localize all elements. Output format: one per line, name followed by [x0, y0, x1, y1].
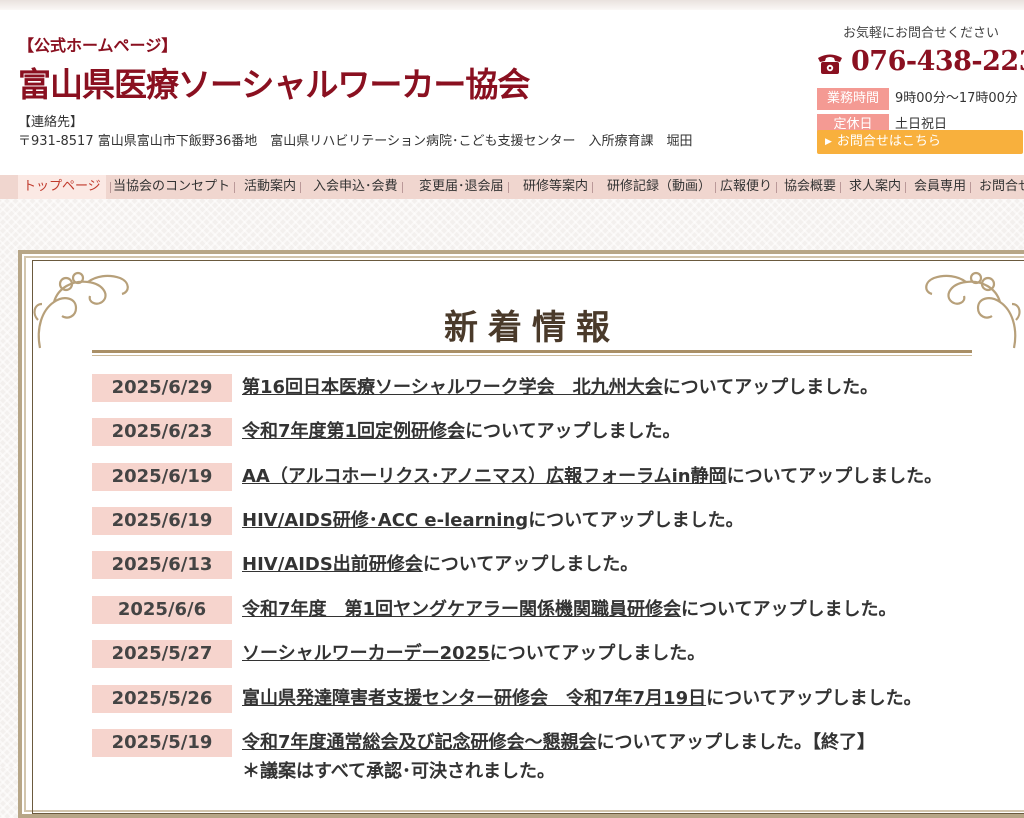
contact-heading: 【連絡先】: [18, 115, 84, 130]
global-nav: トップページ 当協会のコンセプト 活動案内 入会申込･会費 変更届･退会届 研修…: [0, 175, 1024, 199]
contact-address: 〒931-8517 富山県富山市下飯野36番地 富山県リハビリテーション病院･こ…: [18, 134, 693, 149]
news-link[interactable]: 令和7年度 第1回ヤングケアラー関係機関職員研修会: [242, 599, 681, 620]
business-hours-value: 9時00分〜17時00分: [895, 91, 1018, 106]
news-suffix: についてアップしました。: [528, 510, 744, 531]
nav-item-membership[interactable]: 入会申込･会費: [313, 175, 403, 199]
nav-item-contact[interactable]: お問合せ: [979, 175, 1024, 199]
nav-item-members[interactable]: 会員専用: [914, 175, 972, 199]
news-text: HIV/AIDS研修･ACC e-learningについてアップしました。: [242, 509, 744, 533]
news-section-title: 新着情報: [444, 308, 620, 348]
nav-item-pr[interactable]: 広報便り: [720, 175, 778, 199]
news-item: 2025/5/26 富山県発達障害者支援センター研修会 令和7年7月19日につい…: [92, 685, 992, 715]
site-header: 【公式ホームページ】 富山県医療ソーシャルワーカー協会 【連絡先】 〒931-8…: [0, 10, 1024, 175]
news-item: 2025/5/19 令和7年度通常総会及び記念研修会〜懇親会についてアップしまし…: [92, 729, 992, 789]
telephone-icon: [818, 54, 842, 74]
news-text: ソーシャルワーカーデー2025についてアップしました。: [242, 642, 705, 666]
news-link[interactable]: 令和7年度第1回定例研修会: [242, 421, 465, 442]
news-text: HIV/AIDS出前研修会についてアップしました。: [242, 553, 638, 577]
news-text: 第16回日本医療ソーシャルワーク学会 北九州大会についてアップしました。: [242, 376, 878, 400]
news-item: 2025/6/6 令和7年度 第1回ヤングケアラー関係機関職員研修会についてアッ…: [92, 596, 992, 626]
news-item: 2025/6/19 HIV/AIDS研修･ACC e-learningについてア…: [92, 507, 992, 537]
news-text: 富山県発達障害者支援センター研修会 令和7年7月19日についてアップしました。: [242, 687, 922, 711]
news-link[interactable]: ソーシャルワーカーデー2025: [242, 643, 490, 664]
news-item: 2025/5/27 ソーシャルワーカーデー2025についてアップしました。: [92, 640, 992, 670]
news-date: 2025/6/13: [92, 551, 232, 579]
news-link[interactable]: 富山県発達障害者支援センター研修会 令和7年7月19日: [242, 688, 706, 709]
news-suffix: についてアップしました。【終了】: [596, 732, 875, 753]
news-suffix: についてアップしました。: [706, 688, 922, 709]
news-link[interactable]: 令和7年度通常総会及び記念研修会〜懇親会: [242, 732, 597, 753]
news-text: AA（アルコホーリクス･アノニマス）広報フォーラムin静岡についてアップしました…: [242, 465, 942, 489]
news-link[interactable]: AA（アルコホーリクス･アノニマス）広報フォーラムin静岡: [242, 466, 727, 487]
nav-item-training-videos[interactable]: 研修記録（動画）: [607, 175, 717, 199]
nav-item-concept[interactable]: 当協会のコンセプト: [113, 175, 236, 199]
news-date: 2025/6/19: [92, 507, 232, 535]
news-date: 2025/6/29: [92, 374, 232, 402]
news-note: ＊議案はすべて承認･可決されました。: [242, 761, 556, 782]
news-suffix: についてアップしました。: [422, 554, 639, 575]
business-hours-label: 業務時間: [817, 88, 889, 110]
news-suffix: についてアップしました。: [465, 421, 681, 442]
nav-item-about[interactable]: 協会概要: [784, 175, 842, 199]
phone-number[interactable]: 076-438-2233: [851, 46, 1024, 77]
contact-button-label: お問合せはこちら: [836, 134, 941, 149]
site-title[interactable]: 富山県医療ソーシャルワーカー協会: [18, 58, 530, 106]
news-link[interactable]: 第16回日本医療ソーシャルワーク学会 北九州大会: [242, 377, 663, 398]
news-suffix: についてアップしました。: [662, 377, 879, 398]
news-text: 令和7年度第1回定例研修会についてアップしました。: [242, 420, 681, 444]
news-item: 2025/6/19 AA（アルコホーリクス･アノニマス）広報フォーラムin静岡に…: [92, 463, 992, 493]
news-suffix: についてアップしました。: [681, 599, 897, 620]
news-date: 2025/6/6: [92, 596, 232, 624]
title-divider: [92, 350, 972, 353]
nav-item-activities[interactable]: 活動案内: [244, 175, 302, 199]
news-text: 令和7年度 第1回ヤングケアラー関係機関職員研修会についてアップしました。: [242, 598, 897, 622]
news-frame: 新着情報 2025/6/29 第16回日本医療ソーシャルワーク学会 北九州大会に…: [18, 250, 1024, 818]
news-link[interactable]: HIV/AIDS研修･ACC e-learning: [242, 510, 528, 531]
news-item: 2025/6/23 令和7年度第1回定例研修会についてアップしました。: [92, 418, 992, 448]
news-date: 2025/6/19: [92, 463, 232, 491]
news-date: 2025/5/19: [92, 729, 232, 757]
top-band: [0, 0, 1024, 10]
nav-item-jobs[interactable]: 求人案内: [849, 175, 907, 199]
news-suffix: についてアップしました。: [726, 466, 943, 487]
news-date: 2025/6/23: [92, 418, 232, 446]
news-suffix: についてアップしました。: [489, 643, 706, 664]
news-link[interactable]: HIV/AIDS出前研修会: [242, 554, 423, 575]
inquiry-note: お気軽にお問合せください: [843, 26, 1000, 41]
triangle-right-icon: ▶: [825, 137, 832, 147]
nav-item-top[interactable]: トップページ: [18, 175, 111, 199]
official-homepage-label: 【公式ホームページ】: [18, 36, 178, 55]
title-divider-thin: [92, 355, 972, 356]
nav-item-change-withdraw[interactable]: 変更届･退会届: [419, 175, 509, 199]
news-date: 2025/5/27: [92, 640, 232, 668]
contact-button[interactable]: ▶ お問合せはこちら: [817, 130, 1023, 154]
news-item: 2025/6/13 HIV/AIDS出前研修会についてアップしました。: [92, 551, 992, 581]
news-text: 令和7年度通常総会及び記念研修会〜懇親会についてアップしました。【終了】: [242, 731, 875, 755]
nav-item-training[interactable]: 研修等案内: [523, 175, 594, 199]
news-date: 2025/5/26: [92, 685, 232, 713]
news-item: 2025/6/29 第16回日本医療ソーシャルワーク学会 北九州大会についてアッ…: [92, 374, 992, 404]
